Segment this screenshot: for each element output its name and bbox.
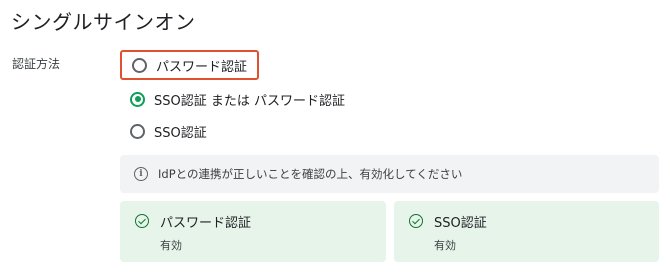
info-notice: i IdPとの連携が正しいことを確認の上、有効化してください bbox=[120, 155, 659, 193]
radio-button-icon[interactable] bbox=[130, 123, 145, 139]
status-card-sso: SSO認証 有効 bbox=[394, 201, 659, 262]
status-card-title: SSO認証 bbox=[434, 216, 487, 231]
page-title: シングルサインオン bbox=[11, 10, 196, 34]
info-icon: i bbox=[134, 167, 148, 181]
status-card-value: 有効 bbox=[160, 239, 182, 252]
check-circle-icon bbox=[409, 214, 423, 228]
check-circle-icon bbox=[135, 214, 149, 228]
radio-label: パスワード認証 bbox=[156, 59, 248, 75]
status-card-password: パスワード認証 有効 bbox=[120, 201, 386, 262]
radio-button-selected-icon[interactable] bbox=[130, 91, 145, 107]
radio-label: SSO認証 bbox=[154, 125, 207, 141]
radio-label: SSO認証 または パスワード認証 bbox=[154, 93, 346, 109]
auth-method-label: 認証方法 bbox=[12, 57, 61, 71]
radio-sso-auth[interactable]: SSO認証 bbox=[120, 117, 207, 145]
status-card-value: 有効 bbox=[434, 239, 456, 252]
radio-sso-or-password-auth[interactable]: SSO認証 または パスワード認証 bbox=[120, 85, 345, 113]
radio-password-auth[interactable]: パスワード認証 bbox=[120, 50, 259, 80]
status-card-title: パスワード認証 bbox=[160, 216, 252, 231]
info-text: IdPとの連携が正しいことを確認の上、有効化してください bbox=[158, 167, 463, 181]
radio-button-icon[interactable] bbox=[132, 57, 147, 73]
